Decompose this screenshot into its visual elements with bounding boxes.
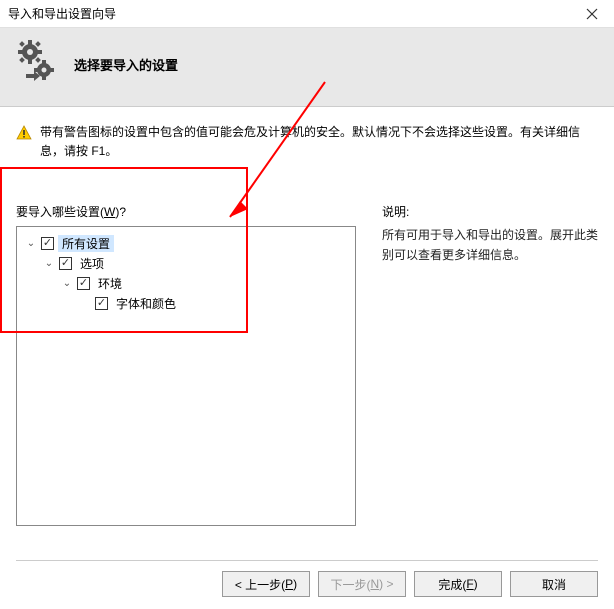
tree-item-label: 选项	[76, 255, 108, 272]
tree-item[interactable]: ⌄ 所有设置	[21, 233, 351, 253]
header-title: 选择要导入的设置	[74, 55, 178, 74]
warning-icon	[16, 125, 32, 141]
expander-icon[interactable]: ⌄	[43, 257, 55, 269]
expander-placeholder	[79, 297, 91, 309]
tree-item[interactable]: ⌄ 选项	[21, 253, 351, 273]
description-title: 说明:	[382, 203, 598, 220]
tree-item-label: 字体和颜色	[112, 295, 180, 312]
prev-button[interactable]: < 上一步(P)	[222, 571, 310, 597]
window-title: 导入和导出设置向导	[8, 5, 578, 22]
button-bar: < 上一步(P) 下一步(N) > 完成(F) 取消	[16, 560, 598, 597]
checkbox[interactable]	[59, 257, 72, 270]
settings-tree-panel: 要导入哪些设置(W)? ⌄所有设置⌄选项⌄环境字体和颜色	[16, 203, 356, 526]
prompt-mnemonic: W	[104, 205, 115, 219]
description-body: 所有可用于导入和导出的设置。展开此类别可以查看更多详细信息。	[382, 226, 598, 264]
checkbox[interactable]	[95, 297, 108, 310]
tree-item-label: 所有设置	[58, 235, 114, 252]
warning-text: 带有警告图标的设置中包含的值可能会危及计算机的安全。默认情况下不会选择这些设置。…	[40, 123, 598, 161]
close-icon	[586, 8, 598, 20]
checkbox[interactable]	[77, 277, 90, 290]
tree-item[interactable]: 字体和颜色	[21, 293, 351, 313]
prompt-label: 要导入哪些设置(W)?	[16, 203, 356, 220]
expander-icon[interactable]: ⌄	[61, 277, 73, 289]
main-content: 要导入哪些设置(W)? ⌄所有设置⌄选项⌄环境字体和颜色 说明: 所有可用于导入…	[0, 173, 614, 526]
wizard-header: 选择要导入的设置	[0, 28, 614, 107]
prompt-suffix: )?	[115, 205, 126, 219]
checkbox[interactable]	[41, 237, 54, 250]
cancel-button[interactable]: 取消	[510, 571, 598, 597]
gears-icon	[12, 38, 60, 86]
settings-tree[interactable]: ⌄所有设置⌄选项⌄环境字体和颜色	[16, 226, 356, 526]
title-bar: 导入和导出设置向导	[0, 0, 614, 28]
finish-button[interactable]: 完成(F)	[414, 571, 502, 597]
warning-bar: 带有警告图标的设置中包含的值可能会危及计算机的安全。默认情况下不会选择这些设置。…	[0, 107, 614, 173]
close-button[interactable]	[578, 2, 606, 26]
tree-item[interactable]: ⌄ 环境	[21, 273, 351, 293]
expander-icon[interactable]: ⌄	[25, 237, 37, 249]
prompt-prefix: 要导入哪些设置(	[16, 205, 104, 219]
tree-item-label: 环境	[94, 275, 126, 292]
next-button: 下一步(N) >	[318, 571, 406, 597]
description-panel: 说明: 所有可用于导入和导出的设置。展开此类别可以查看更多详细信息。	[376, 203, 598, 526]
